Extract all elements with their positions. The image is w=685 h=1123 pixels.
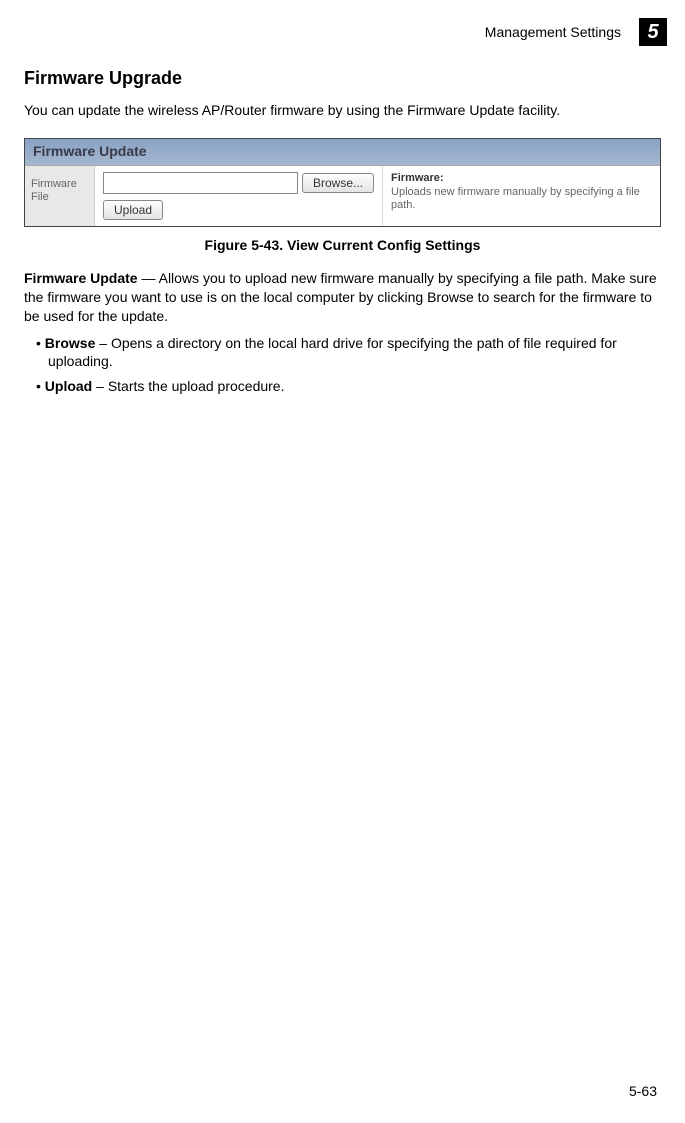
panel-desc-title: Firmware: (391, 172, 652, 184)
upload-button[interactable]: Upload (103, 200, 163, 220)
figure-caption: Figure 5-43. View Current Config Setting… (24, 237, 661, 253)
screenshot-panel: Firmware File Browse... Upload Firmware:… (25, 166, 660, 226)
page-header: Management Settings 5 (0, 0, 685, 54)
list-item: Browse – Opens a directory on the local … (30, 334, 661, 372)
firmware-update-description: Firmware Update — Allows you to upload n… (24, 269, 661, 326)
firmware-file-input[interactable] (103, 172, 298, 194)
firmware-update-term: Firmware Update (24, 270, 138, 286)
titlebar-text: Firmware Update (33, 143, 147, 159)
chapter-number-box: 5 (639, 18, 667, 46)
page-content: Firmware Upgrade You can update the wire… (0, 54, 685, 396)
firmware-update-screenshot: Firmware Update Firmware File Browse... … (24, 138, 661, 227)
section-title: Firmware Upgrade (24, 68, 661, 89)
upload-term: Upload (45, 378, 92, 394)
page-number: 5-63 (629, 1083, 657, 1099)
header-section-label: Management Settings (485, 24, 621, 40)
section-intro: You can update the wireless AP/Router fi… (24, 101, 661, 120)
upload-text: – Starts the upload procedure. (92, 378, 284, 394)
file-row: Browse... (103, 172, 374, 194)
browse-button[interactable]: Browse... (302, 173, 374, 193)
browse-text: – Opens a directory on the local hard dr… (48, 335, 617, 370)
screenshot-titlebar: Firmware Update (25, 139, 660, 166)
panel-desc-text: Uploads new firmware manually by specify… (391, 186, 652, 212)
list-item: Upload – Starts the upload procedure. (30, 377, 661, 396)
browse-term: Browse (45, 335, 96, 351)
panel-controls: Browse... Upload (95, 166, 382, 226)
panel-description: Firmware: Uploads new firmware manually … (382, 166, 660, 226)
panel-left-label: Firmware File (25, 166, 95, 226)
bullet-list: Browse – Opens a directory on the local … (24, 334, 661, 397)
